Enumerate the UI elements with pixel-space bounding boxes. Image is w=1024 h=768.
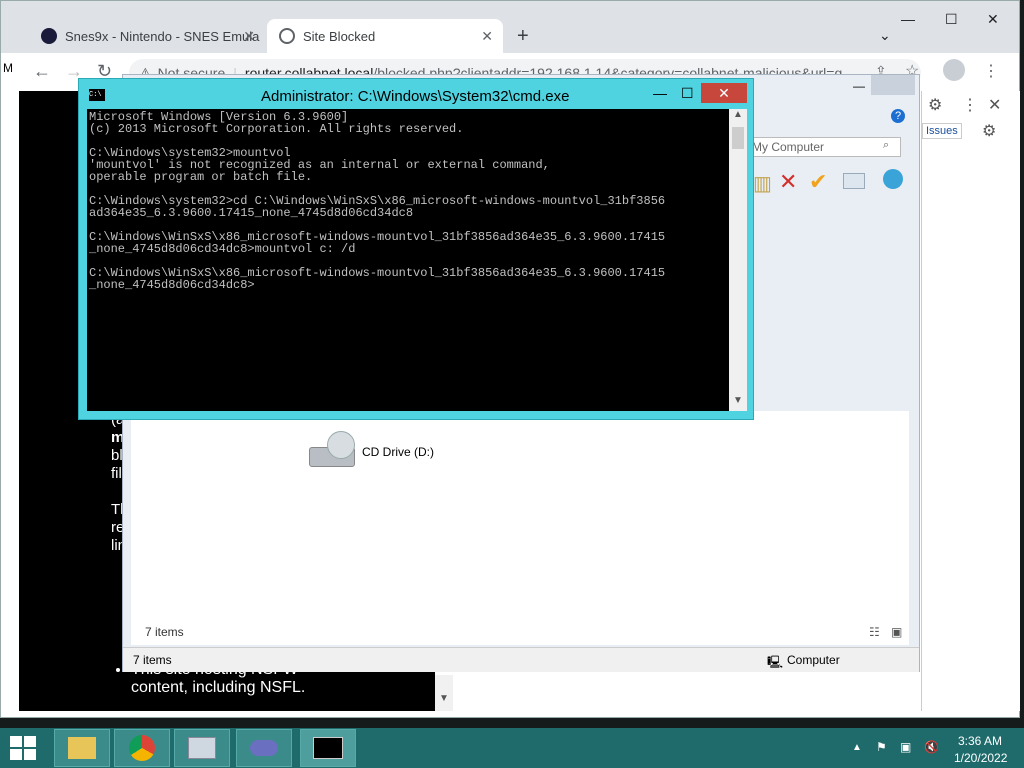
close-tab-icon[interactable]: ✕ xyxy=(243,28,255,45)
clock-time[interactable]: 3:36 AM xyxy=(958,734,1002,748)
console-line: (c) 2013 Microsoft Corporation. All righ… xyxy=(89,122,464,136)
volume-muted-icon[interactable]: 🔇 xyxy=(924,740,939,754)
cmd-minimize-button[interactable]: — xyxy=(653,85,667,101)
snes9x-icon xyxy=(41,28,57,44)
minimize-button[interactable]: — xyxy=(901,11,915,27)
cmd-title: Administrator: C:\Windows\System32\cmd.e… xyxy=(261,88,570,105)
console-line: _none_4745d8d06cd34dc8> xyxy=(89,278,255,292)
cd-drive-icon[interactable] xyxy=(309,431,355,471)
edge-letter: M xyxy=(3,61,13,75)
tab-site-blocked[interactable]: Site Blocked ✕ xyxy=(267,19,503,53)
page-scrollbar[interactable]: ▼ xyxy=(435,675,453,711)
explorer-close-button[interactable] xyxy=(871,75,915,95)
devtools-panel: ⚙ ⋮ ✕ Issues ⚙ xyxy=(921,91,1020,711)
console-line: _none_4745d8d06cd34dc8>mountvol c: /d xyxy=(89,242,356,256)
check-icon[interactable]: ✔ xyxy=(809,169,827,195)
tab-strip: Snes9x - Nintendo - SNES Emula ✕ Site Bl… xyxy=(1,1,1019,53)
issues-button[interactable]: Issues xyxy=(922,123,962,139)
search-icon: ⌕ xyxy=(883,139,890,151)
cmd-icon: C:\ xyxy=(89,89,105,101)
status-bar: 7 items 🖳 Computer xyxy=(123,647,919,672)
delete-icon[interactable]: ✕ xyxy=(779,169,797,195)
details-view-icon[interactable]: ☷ xyxy=(869,625,880,639)
large-icons-view-icon[interactable]: ▣ xyxy=(891,625,902,639)
profile-avatar[interactable] xyxy=(943,59,965,81)
computer-icon: 🖳 xyxy=(767,655,784,669)
cmd-scrollbar[interactable]: ▲ ▼ xyxy=(729,109,747,411)
tab-label: Snes9x - Nintendo - SNES Emula xyxy=(65,28,260,44)
menu-kebab-icon[interactable]: ⋮ xyxy=(983,61,999,81)
cmd-close-button[interactable]: ✕ xyxy=(701,83,747,103)
globe-icon xyxy=(279,28,295,44)
cmd-console[interactable]: Microsoft Windows [Version 6.3.9600] (c) … xyxy=(87,109,729,411)
cmd-taskbar-icon[interactable] xyxy=(300,729,356,767)
help-icon[interactable]: ? xyxy=(891,109,905,123)
maximize-button[interactable]: ☐ xyxy=(945,11,958,28)
show-hidden-icons[interactable]: ▲ xyxy=(852,742,862,753)
console-line: operable program or batch file. xyxy=(89,170,313,184)
status-items: 7 items xyxy=(133,653,172,667)
clipboard-icon[interactable]: ▥ xyxy=(753,171,772,196)
status-location: Computer xyxy=(787,653,840,667)
tab-label: Site Blocked xyxy=(303,28,376,44)
network-status-icon[interactable]: ▣ xyxy=(900,740,911,754)
new-tab-button[interactable]: + xyxy=(517,25,529,48)
start-button[interactable] xyxy=(8,734,38,762)
items-count: 7 items xyxy=(145,625,184,639)
drive-label[interactable]: CD Drive (D:) xyxy=(362,445,434,459)
search-input[interactable]: My Computer xyxy=(747,137,901,157)
close-devtools-icon[interactable]: ✕ xyxy=(988,95,1001,115)
cmd-maximize-button[interactable]: ☐ xyxy=(681,85,694,102)
explorer-minimize-button[interactable]: — xyxy=(853,79,865,93)
clock-date[interactable]: 1/20/2022 xyxy=(954,751,1007,765)
task-manager-taskbar-icon[interactable] xyxy=(174,729,230,767)
close-window-button[interactable]: ✕ xyxy=(987,11,999,28)
gear-icon[interactable]: ⚙ xyxy=(928,95,942,115)
file-explorer-taskbar-icon[interactable] xyxy=(54,729,110,767)
network-icon[interactable] xyxy=(883,169,903,189)
console-line: ad364e35_6.3.9600.17415_none_4745d8d06cd… xyxy=(89,206,414,220)
kebab-icon[interactable]: ⋮ xyxy=(962,95,978,115)
back-button[interactable]: ← xyxy=(33,61,51,82)
explorer-content: CD Drive (D:) 7 items ☷ ▣ xyxy=(131,411,909,645)
cmd-titlebar[interactable]: C:\ Administrator: C:\Windows\System32\c… xyxy=(87,83,747,109)
tab-snes9x[interactable]: Snes9x - Nintendo - SNES Emula ✕ xyxy=(29,19,265,53)
close-tab-icon[interactable]: ✕ xyxy=(481,28,493,45)
properties-icon[interactable] xyxy=(843,173,865,189)
chrome-taskbar-icon[interactable] xyxy=(114,729,170,767)
tab-search-button[interactable]: ⌄ xyxy=(879,27,891,44)
settings-icon[interactable]: ⚙ xyxy=(982,121,996,141)
snes9x-taskbar-icon[interactable] xyxy=(236,729,292,767)
action-center-icon[interactable]: ⚑ xyxy=(876,740,887,754)
cmd-window[interactable]: C:\ Administrator: C:\Windows\System32\c… xyxy=(78,78,754,420)
